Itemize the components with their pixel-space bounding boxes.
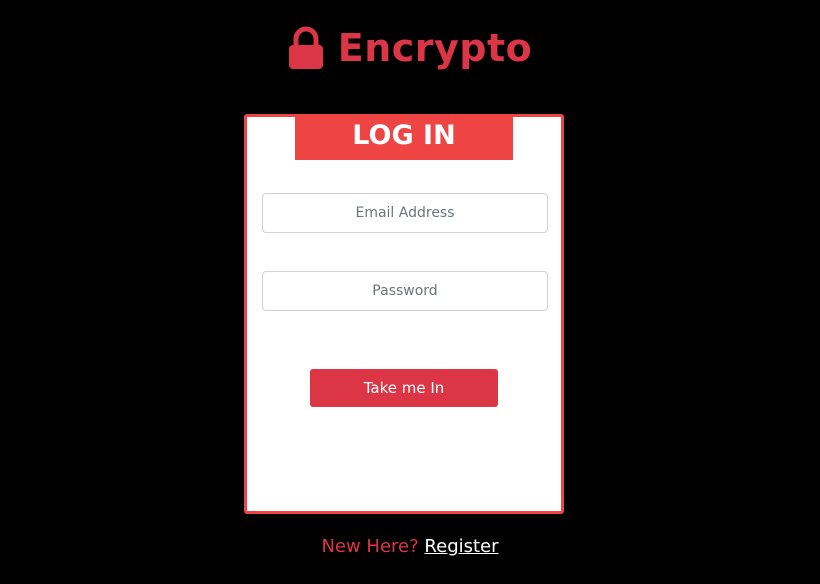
brand-header: Encrypto (0, 26, 820, 70)
new-here-text: New Here? (321, 536, 419, 557)
password-input[interactable] (262, 271, 548, 311)
app-title: Encrypto (337, 26, 533, 70)
login-submit-button[interactable]: Take me In (310, 369, 498, 407)
login-heading: LOG IN (295, 117, 513, 160)
register-prompt: New Here? Register (0, 536, 820, 557)
login-card: LOG IN Take me In (244, 114, 564, 514)
email-input[interactable] (262, 193, 548, 233)
register-link[interactable]: Register (424, 536, 498, 557)
lock-icon (288, 26, 323, 69)
